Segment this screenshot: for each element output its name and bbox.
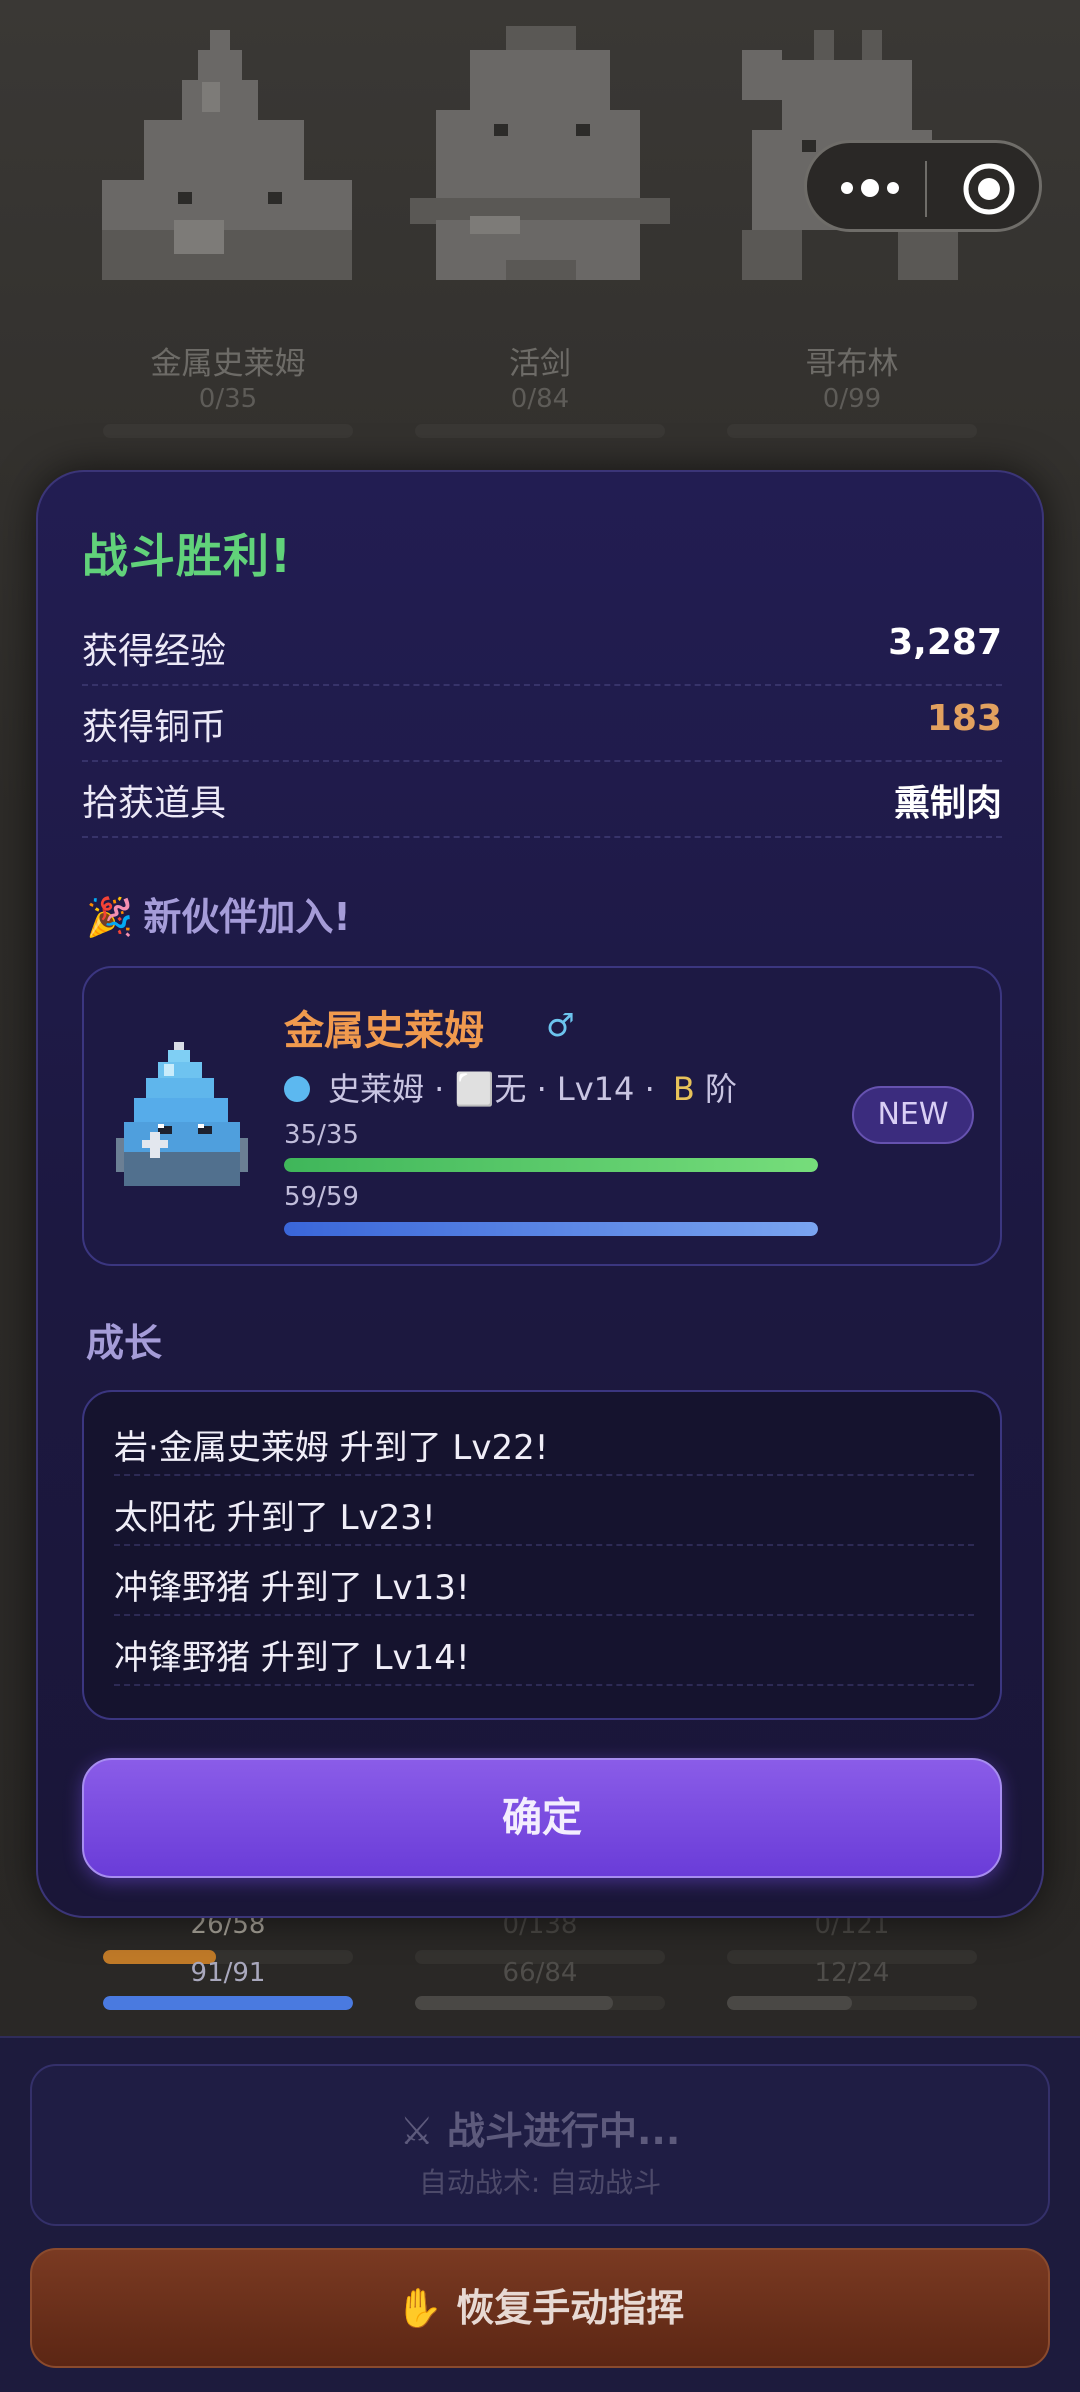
party-mp-bar — [103, 1996, 353, 2010]
resume-manual-command-button[interactable]: ✋ 恢复手动指挥 — [30, 2248, 1050, 2368]
growth-item: 冲锋野猪 升到了 Lv14! — [114, 1616, 974, 1686]
new-badge: NEW — [852, 1086, 974, 1144]
reward-row-exp: 获得经验 3,287 — [82, 610, 1002, 686]
partner-grade-suffix: 阶 — [705, 1070, 738, 1108]
auto-tactic-text: 自动战术: 自动战斗 — [418, 2166, 662, 2199]
growth-item: 太阳花 升到了 Lv23! — [114, 1476, 974, 1546]
growth-item: 冲锋野猪 升到了 Lv13! — [114, 1546, 974, 1616]
living-sword-sprite-icon — [410, 20, 670, 300]
new-partner-card[interactable]: 金属史莱姆 ♂ 史莱姆 · ⬜无 · Lv14 · B 阶 35/35 59/5… — [82, 966, 1002, 1266]
reward-value: 3,287 — [888, 622, 1002, 663]
partner-mp-text: 59/59 — [284, 1182, 359, 1212]
partner-mp-bar — [284, 1222, 818, 1236]
water-element-icon — [284, 1076, 310, 1102]
miniprogram-capsule — [804, 140, 1042, 232]
metal-slime-avatar-icon — [112, 1042, 252, 1192]
battle-status-title: ⚔ 战斗进行中... — [399, 2109, 681, 2153]
partner-grade: B — [672, 1070, 695, 1108]
partner-hp-text: 35/35 — [284, 1120, 359, 1150]
partner-level: · Lv14 · — [536, 1070, 655, 1108]
enemy-hp-text: 0/99 — [822, 384, 882, 414]
slime-sprite-icon — [98, 20, 358, 300]
enemy-name: 活剑 — [509, 346, 571, 382]
growth-heading: 成长 — [86, 1321, 163, 1365]
enemy-slot-2: 活剑 0/84 — [410, 20, 670, 438]
reward-value: 熏制肉 — [893, 783, 1002, 824]
enemy-name: 哥布林 — [805, 346, 899, 382]
partner-equipment: ⬜无 — [454, 1070, 527, 1108]
partner-name: 金属史莱姆 — [284, 1008, 484, 1054]
capsule-divider — [925, 161, 927, 217]
party-mp-text: 12/24 — [814, 1958, 890, 1988]
enemy-hp-bar — [415, 424, 665, 438]
battle-status-box: ⚔ 战斗进行中... 自动战术: 自动战斗 — [30, 2064, 1050, 2226]
reward-value: 183 — [926, 698, 1002, 739]
confirm-button[interactable]: 确定 — [82, 1758, 1002, 1878]
party-mp-text: 66/84 — [502, 1958, 578, 1988]
enemy-name: 金属史莱姆 — [150, 346, 306, 382]
party-popper-icon: 🎉 — [86, 895, 134, 939]
partner-hp-bar — [284, 1158, 818, 1172]
growth-item: 岩·金属史莱姆 升到了 Lv22! — [114, 1406, 974, 1476]
partner-meta: 史莱姆 · ⬜无 · Lv14 · B 阶 — [284, 1064, 737, 1110]
battle-victory-modal: 战斗胜利! 获得经验 3,287 获得铜币 183 拾获道具 熏制肉 🎉 新伙伴加… — [36, 470, 1044, 1918]
enemy-hp-bar — [727, 424, 977, 438]
close-miniprogram-icon[interactable] — [962, 162, 1016, 216]
enemy-hp-text: 0/84 — [510, 384, 570, 414]
reward-row-coins: 获得铜币 183 — [82, 686, 1002, 762]
party-mp-text: 91/91 — [190, 1958, 266, 1988]
new-partner-heading: 🎉 新伙伴加入! — [86, 886, 351, 941]
enemy-hp-text: 0/35 — [198, 384, 258, 414]
bottom-control-panel: ⚔ 战斗进行中... 自动战术: 自动战斗 ✋ 恢复手动指挥 — [0, 2036, 1080, 2392]
victory-title: 战斗胜利! — [82, 529, 292, 583]
party-stats-strip: 26/58 91/91 0/138 66/84 0/121 12/24 — [0, 1900, 1080, 2040]
party-mp-bar — [415, 1996, 665, 2010]
more-options-icon[interactable] — [837, 163, 907, 213]
reward-row-items: 拾获道具 熏制肉 — [82, 762, 1002, 838]
partner-species: 史莱姆 · — [328, 1070, 445, 1108]
reward-label: 获得铜币 — [82, 707, 227, 748]
party-mp-bar — [727, 1996, 977, 2010]
reward-label: 拾获道具 — [82, 783, 227, 824]
growth-list: 岩·金属史莱姆 升到了 Lv22! 太阳花 升到了 Lv23! 冲锋野猪 升到了… — [82, 1390, 1002, 1720]
enemy-hp-bar — [103, 424, 353, 438]
enemy-slot-1: 金属史莱姆 0/35 — [98, 20, 358, 438]
reward-label: 获得经验 — [82, 631, 227, 672]
male-gender-icon: ♂ — [546, 1006, 575, 1044]
new-partner-heading-text: 新伙伴加入! — [143, 895, 351, 939]
